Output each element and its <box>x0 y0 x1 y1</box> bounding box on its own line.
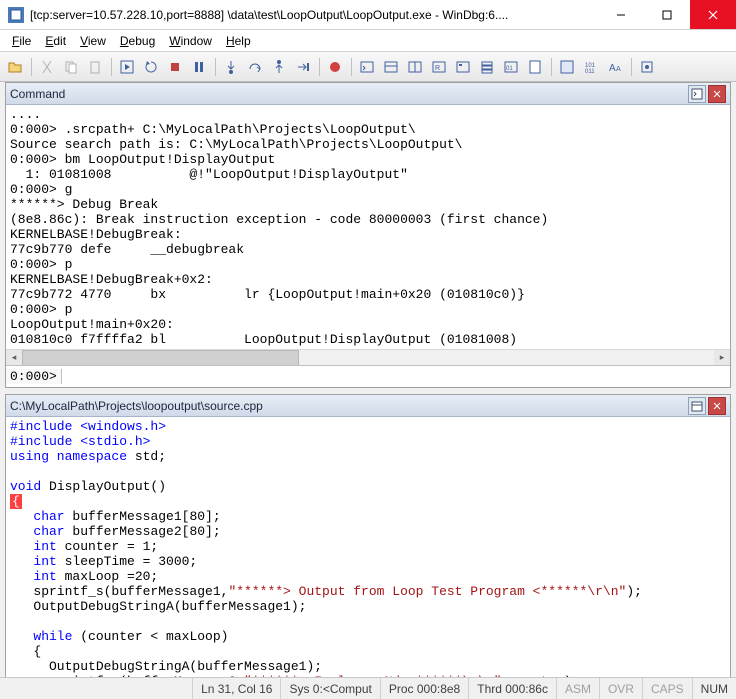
step-out-button[interactable] <box>268 56 290 78</box>
registers-window-button[interactable]: R <box>428 56 450 78</box>
menu-debug[interactable]: Debug <box>114 32 161 50</box>
command-input-row: 0:000> <box>6 365 730 387</box>
toolbar-separator <box>108 56 114 78</box>
status-thrd[interactable]: Thrd 000:86c <box>468 678 556 699</box>
command-prompt: 0:000> <box>6 369 62 384</box>
svg-text:R: R <box>435 65 440 72</box>
command-body: .... 0:000> .srcpath+ C:\MyLocalPath\Pro… <box>6 105 730 365</box>
client-area: Command .... 0:000> .srcpath+ C:\MyLocal… <box>0 82 736 677</box>
paste-button[interactable] <box>84 56 106 78</box>
cut-button[interactable] <box>36 56 58 78</box>
watch-window-button[interactable] <box>380 56 402 78</box>
toolbar-separator <box>316 56 322 78</box>
command-pane: Command .... 0:000> .srcpath+ C:\MyLocal… <box>5 82 731 388</box>
minimize-button[interactable] <box>598 0 644 29</box>
title-bar: [tcp:server=10.57.228.10,port=8888] \dat… <box>0 0 736 30</box>
source-mode-button[interactable] <box>556 56 578 78</box>
source-pane-header[interactable]: C:\MyLocalPath\Projects\loopoutput\sourc… <box>6 395 730 417</box>
toolbar-separator <box>628 56 634 78</box>
menu-window[interactable]: Window <box>163 32 218 50</box>
go-button[interactable] <box>116 56 138 78</box>
options-button[interactable] <box>636 56 658 78</box>
scroll-thumb[interactable] <box>22 350 299 366</box>
menu-view[interactable]: View <box>74 32 112 50</box>
menu-edit[interactable]: Edit <box>39 32 72 50</box>
disasm-window-button[interactable]: 01 <box>500 56 522 78</box>
svg-text:011: 011 <box>585 69 595 75</box>
font-button[interactable]: AA <box>604 56 626 78</box>
command-hscrollbar[interactable]: ◂ ▸ <box>6 349 730 365</box>
copy-button[interactable] <box>60 56 82 78</box>
memory-window-button[interactable] <box>452 56 474 78</box>
toolbar-separator <box>348 56 354 78</box>
locals-window-button[interactable] <box>404 56 426 78</box>
command-window-button[interactable] <box>356 56 378 78</box>
command-pane-title: Command <box>10 87 686 101</box>
menu-help[interactable]: Help <box>220 32 257 50</box>
scratch-window-button[interactable] <box>524 56 546 78</box>
svg-text:A: A <box>609 63 616 74</box>
toolbar-separator <box>548 56 554 78</box>
current-line-marker: { <box>10 494 22 509</box>
status-sys[interactable]: Sys 0:<Comput <box>280 678 379 699</box>
source-pane-title: C:\MyLocalPath\Projects\loopoutput\sourc… <box>10 399 686 413</box>
toolbar: R 01 101011 AA <box>0 52 736 82</box>
app-icon <box>8 7 24 23</box>
svg-text:01: 01 <box>506 66 513 72</box>
command-pane-close-icon[interactable] <box>708 85 726 103</box>
scroll-right-icon[interactable]: ▸ <box>714 350 730 366</box>
breakpoint-button[interactable] <box>324 56 346 78</box>
status-proc[interactable]: Proc 000:8e8 <box>380 678 468 699</box>
open-exe-button[interactable] <box>4 56 26 78</box>
command-input[interactable] <box>62 369 730 384</box>
source-pane: C:\MyLocalPath\Projects\loopoutput\sourc… <box>5 394 731 677</box>
scroll-track[interactable] <box>22 350 714 366</box>
source-pane-close-icon[interactable] <box>708 397 726 415</box>
bin-button[interactable]: 101011 <box>580 56 602 78</box>
scroll-left-icon[interactable]: ◂ <box>6 350 22 366</box>
step-into-button[interactable] <box>220 56 242 78</box>
status-asm: ASM <box>556 678 599 699</box>
command-pane-header[interactable]: Command <box>6 83 730 105</box>
source-text[interactable]: #include <windows.h> #include <stdio.h> … <box>6 417 730 677</box>
break-button[interactable] <box>188 56 210 78</box>
status-bar: Ln 31, Col 16 Sys 0:<Comput Proc 000:8e8… <box>0 677 736 699</box>
status-ovr: OVR <box>599 678 642 699</box>
menu-bar: File Edit View Debug Window Help <box>0 30 736 52</box>
toolbar-separator <box>212 56 218 78</box>
menu-file[interactable]: File <box>6 32 37 50</box>
command-pane-menu-icon[interactable] <box>688 85 706 103</box>
status-num: NUM <box>692 678 736 699</box>
source-body[interactable]: #include <windows.h> #include <stdio.h> … <box>6 417 730 677</box>
stop-button[interactable] <box>164 56 186 78</box>
command-output[interactable]: .... 0:000> .srcpath+ C:\MyLocalPath\Pro… <box>6 105 730 349</box>
source-pane-menu-icon[interactable] <box>688 397 706 415</box>
svg-text:A: A <box>616 66 621 73</box>
status-lncol: Ln 31, Col 16 <box>192 678 280 699</box>
step-over-button[interactable] <box>244 56 266 78</box>
status-caps: CAPS <box>642 678 692 699</box>
restart-button[interactable] <box>140 56 162 78</box>
window-title: [tcp:server=10.57.228.10,port=8888] \dat… <box>30 8 598 22</box>
callstack-window-button[interactable] <box>476 56 498 78</box>
close-button[interactable] <box>690 0 736 29</box>
toolbar-separator <box>28 56 34 78</box>
run-to-cursor-button[interactable] <box>292 56 314 78</box>
maximize-button[interactable] <box>644 0 690 29</box>
